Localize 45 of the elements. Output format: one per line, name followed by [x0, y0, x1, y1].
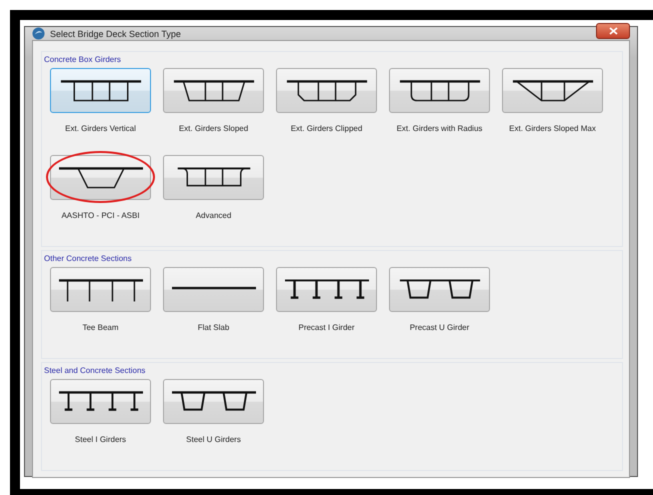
- section-type-label: Precast U Girder: [410, 323, 470, 332]
- section-type-label: Ext. Girders Vertical: [65, 124, 136, 133]
- section-type-label: Ext. Girders Clipped: [290, 124, 362, 133]
- cross-section-icon: [284, 279, 368, 298]
- section-type-label: Ext. Girders Sloped: [178, 124, 248, 133]
- section-type-button[interactable]: [163, 68, 264, 113]
- cross-section-icon: [58, 390, 142, 410]
- cross-section-icon: [177, 167, 250, 186]
- section-type-button[interactable]: [50, 68, 151, 113]
- window-title: Select Bridge Deck Section Type: [50, 28, 182, 38]
- section-type-label: Ext. Girders with Radius: [396, 124, 482, 133]
- section-type-button[interactable]: [163, 379, 264, 424]
- section-type-button[interactable]: [502, 68, 603, 113]
- cross-section-icon: [399, 80, 480, 101]
- section-type-button[interactable]: [389, 267, 490, 312]
- section-type-label: Steel I Girders: [74, 435, 126, 444]
- cross-section-icon: [58, 166, 142, 188]
- section-type-button[interactable]: [163, 155, 264, 200]
- section-type-label: Ext. Girders Sloped Max: [509, 124, 596, 133]
- close-button[interactable]: [596, 22, 630, 38]
- cross-section-icon: [172, 286, 256, 289]
- group-title: Steel and Concrete Sections: [44, 366, 146, 375]
- group-title: Concrete Box Girders: [44, 55, 122, 64]
- cross-section-icon: [60, 80, 141, 101]
- section-type-button[interactable]: [50, 379, 151, 424]
- section-type-label: Precast I Girder: [298, 323, 354, 332]
- cross-section-icon: [173, 80, 254, 101]
- section-type-label: Steel U Girders: [186, 435, 241, 444]
- section-type-label: Tee Beam: [82, 323, 119, 332]
- section-type-label: Flat Slab: [198, 323, 230, 332]
- section-type-button[interactable]: [50, 267, 151, 312]
- section-type-label: AASHTO - PCI - ASBI: [61, 211, 140, 220]
- section-type-button[interactable]: [389, 68, 490, 113]
- section-type-button[interactable]: [276, 68, 377, 113]
- cross-section-icon: [286, 80, 367, 101]
- cross-section-icon: [58, 278, 142, 301]
- close-icon: [608, 26, 618, 34]
- section-type-button[interactable]: [163, 267, 264, 312]
- section-type-label: Advanced: [196, 211, 232, 220]
- cross-section-icon: [512, 80, 593, 101]
- section-type-button[interactable]: [276, 267, 377, 312]
- cross-section-icon: [172, 390, 256, 410]
- cross-section-icon: [399, 279, 480, 298]
- app-icon: [32, 27, 45, 40]
- group-title: Other Concrete Sections: [44, 254, 133, 263]
